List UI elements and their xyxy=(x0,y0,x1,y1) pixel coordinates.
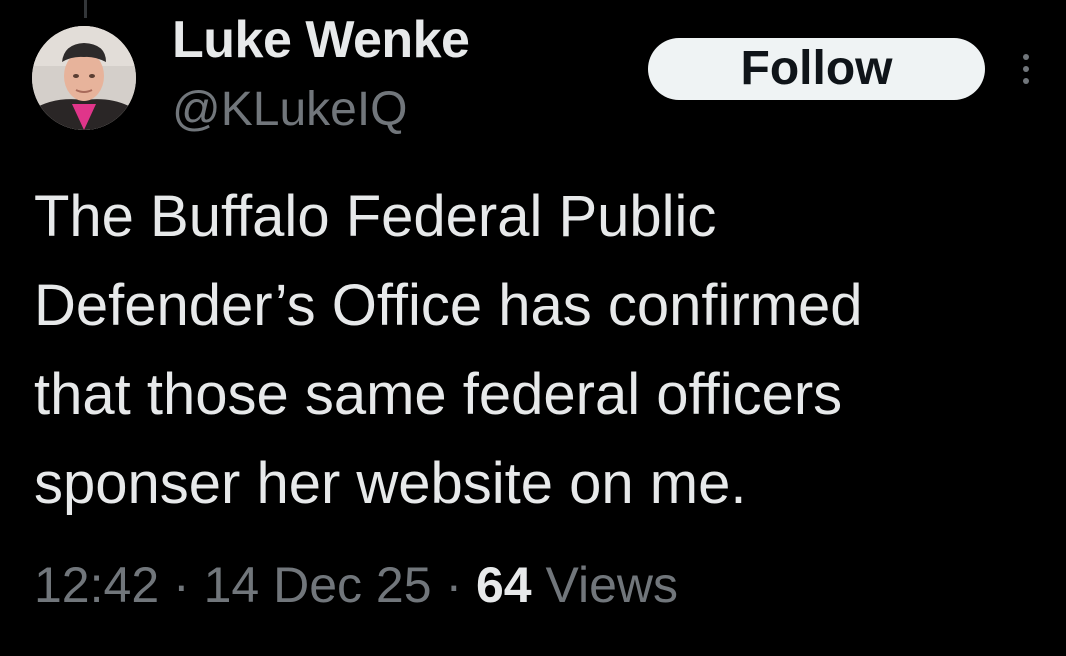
meta-separator: · xyxy=(173,557,190,613)
tweet-text-line: The Buffalo Federal Public xyxy=(34,184,717,249)
avatar-image xyxy=(32,26,136,130)
tweet-date[interactable]: 14 Dec 25 xyxy=(204,557,432,613)
more-options-icon[interactable] xyxy=(1014,50,1038,88)
more-dot xyxy=(1023,54,1029,60)
more-dot xyxy=(1023,66,1029,72)
views-label: Views xyxy=(545,557,679,613)
tweet-text: The Buffalo Federal Public Defender’s Of… xyxy=(34,172,1044,528)
follow-button[interactable]: Follow xyxy=(648,38,985,100)
thread-connector-line xyxy=(84,0,87,18)
meta-separator: · xyxy=(445,557,463,613)
tweet-meta: 12:42 · 14 Dec 25 · 64 Views xyxy=(34,556,678,614)
tweet-text-line: Defender’s Office has confirmed xyxy=(34,273,863,338)
author-display-name[interactable]: Luke Wenke xyxy=(172,10,470,70)
tweet-time[interactable]: 12:42 xyxy=(34,557,159,613)
author-handle[interactable]: @KLukeIQ xyxy=(172,82,408,137)
views-count: 64 xyxy=(476,557,532,613)
tweet-text-line: that those same federal officers xyxy=(34,362,843,427)
tweet-text-line: sponser her website on me. xyxy=(34,451,747,516)
avatar[interactable] xyxy=(32,26,136,130)
more-dot xyxy=(1023,78,1029,84)
